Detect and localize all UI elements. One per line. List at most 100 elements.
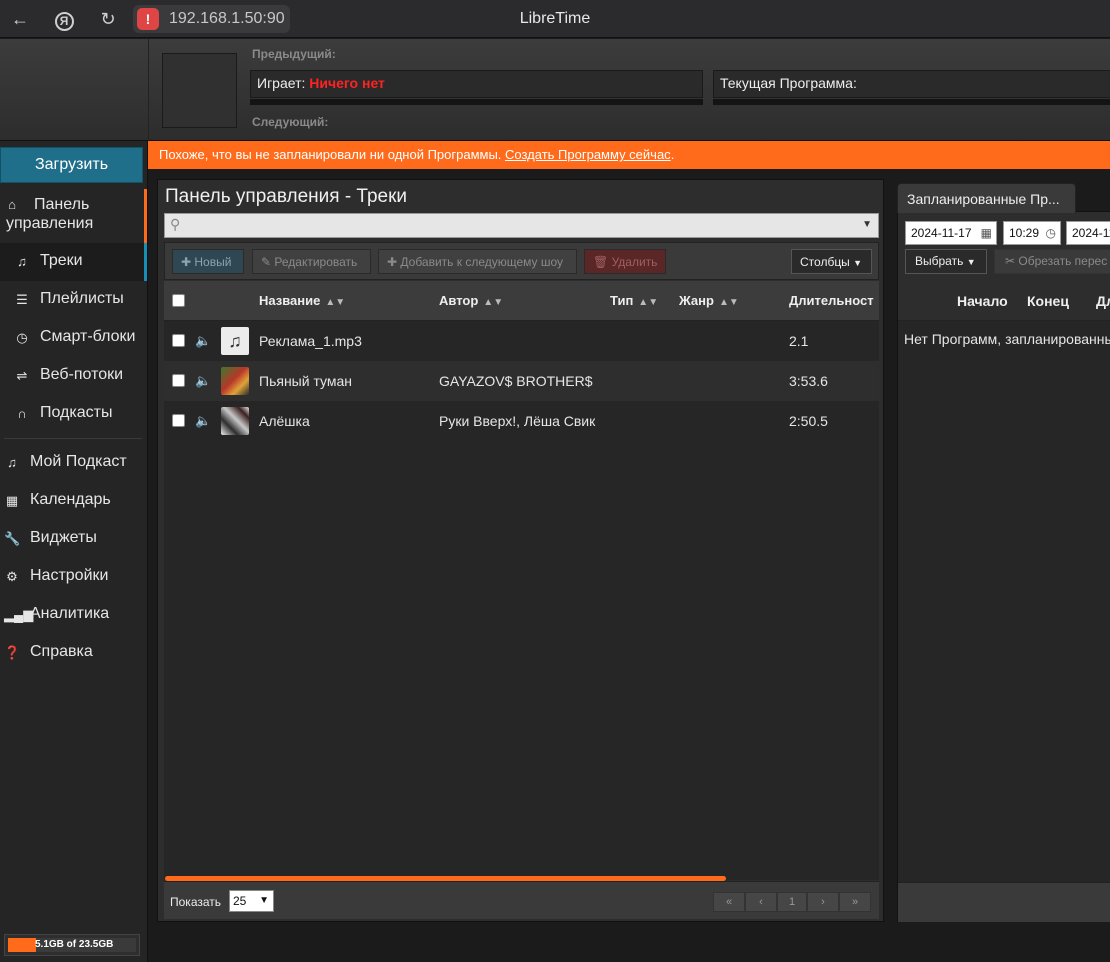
upload-button[interactable]: Загрузить [0, 147, 143, 183]
trim-overbooked-button[interactable]: ✂ Обрезать перес [994, 249, 1110, 274]
sidebar-item-analytics[interactable]: ▂▄▆ Аналитика [0, 596, 147, 634]
plus-icon: ✚ [181, 255, 195, 269]
sidebar-item-dashboard[interactable]: ⌂ Панель управления [0, 191, 147, 243]
chevron-down-icon[interactable]: ▼ [862, 219, 872, 230]
now-playing-artwork [162, 53, 237, 128]
now-playing-box: Играет: Ничего нет [250, 70, 703, 98]
track-title: Алёшка [259, 413, 310, 429]
column-header-length[interactable]: Длительност [789, 293, 874, 308]
sort-icon: ▲▼ [483, 297, 504, 308]
sidebar-item-settings[interactable]: ⚙ Настройки [0, 558, 147, 596]
calendar-icon: ▦ [5, 493, 19, 508]
pager-last-button[interactable]: » [839, 892, 871, 912]
back-arrow-icon[interactable]: ← [7, 6, 33, 32]
master-panel: Предыдущий: Играет: Ничего нет Текущая П… [0, 39, 1110, 141]
column-title-label: Название [259, 293, 321, 308]
sidebar-item-playlists[interactable]: ☰ Плейлисты [0, 281, 147, 319]
search-icon: ⚲ [170, 216, 181, 232]
column-header-start[interactable]: Начало [957, 293, 1008, 309]
sidebar-item-calendar[interactable]: ▦ Календарь [0, 482, 147, 520]
preview-speaker-icon[interactable]: 🔈 [195, 373, 211, 389]
table-row[interactable]: 🔈 Алёшка Руки Вверх!, Лёша Свик 2:50.5 [164, 401, 879, 441]
playing-label: Играет: [257, 75, 306, 91]
track-title: Реклама_1.mp3 [259, 333, 362, 349]
row-checkbox[interactable] [172, 414, 185, 427]
sidebar-item-label: Смарт-блоки [40, 328, 136, 345]
current-show-label: Текущая Программа: [720, 75, 857, 91]
address-bar[interactable]: ! 192.168.1.50:90 [133, 5, 290, 33]
sidebar-item-podcasts[interactable]: ∩ Подкасты [0, 395, 147, 433]
pencil-icon: ✎ [261, 255, 275, 269]
tab-scheduled-shows[interactable]: Запланированные Пр... [897, 183, 1076, 213]
start-time-value: 10:29 [1009, 226, 1040, 240]
add-to-next-show-button[interactable]: ✚ Добавить к следующему шоу [378, 249, 577, 274]
page-size-select[interactable]: 25 ▼ [229, 890, 274, 912]
sort-icon: ▲▼ [325, 297, 346, 308]
row-checkbox[interactable] [172, 374, 185, 387]
sidebar-item-widgets[interactable]: 🔧 Виджеты [0, 520, 147, 558]
end-date-input[interactable]: 2024-11 [1066, 221, 1110, 245]
select-all-checkbox[interactable] [172, 294, 185, 307]
chevron-down-icon: ▼ [853, 258, 863, 268]
sidebar-item-webstreams[interactable]: ⇌ Веб-потоки [0, 357, 147, 395]
sidebar-item-label: Справка [30, 643, 93, 660]
column-header-genre[interactable]: Жанр ▲▼ [679, 293, 739, 308]
new-button[interactable]: ✚ Новый [172, 249, 244, 274]
edit-button-label: Редактировать [274, 255, 358, 269]
security-warning-icon[interactable]: ! [137, 8, 159, 30]
start-date-value: 2024-11-17 [911, 226, 972, 240]
preview-speaker-icon[interactable]: 🔈 [195, 413, 211, 429]
trash-icon: 🗑 [593, 255, 612, 269]
yandex-icon[interactable]: Я [51, 6, 77, 32]
track-length: 3:53.6 [789, 373, 828, 389]
column-header-creator[interactable]: Автор ▲▼ [439, 293, 503, 308]
start-date-input[interactable]: 2024-11-17 ▦ [905, 221, 997, 245]
new-button-label: Новый [194, 255, 232, 269]
start-time-input[interactable]: 10:29 ◷ [1003, 221, 1061, 245]
table-row[interactable]: 🔈 Пьяный туман GAYAZOV$ BROTHER$ 3:53.6 [164, 361, 879, 401]
disk-usage-bar: 5.1GB of 23.5GB [4, 934, 140, 956]
warning-suffix: . [670, 147, 675, 162]
tracks-toolbar: ✚ Новый ✎ Редактировать ✚ Добавить к сле… [164, 242, 879, 280]
column-header-title[interactable]: Название ▲▼ [259, 293, 345, 308]
current-show-progress [713, 99, 1110, 105]
delete-button-label: Удалить [611, 255, 658, 269]
create-show-link[interactable]: Создать Программу сейчас [505, 147, 671, 162]
track-creator: GAYAZOV$ BROTHER$ [439, 373, 593, 389]
column-header-length[interactable]: Дл [1096, 293, 1110, 309]
chevron-down-icon: ▼ [966, 257, 976, 267]
pager-page-1[interactable]: 1 [777, 892, 807, 912]
sidebar-item-tracks[interactable]: ♫ Треки [0, 243, 147, 281]
columns-button[interactable]: Столбцы ▼ [791, 249, 872, 274]
sidebar-item-smartblocks[interactable]: ◷ Смарт-блоки [0, 319, 147, 357]
next-label: Следующий: [252, 115, 329, 129]
pager-first-button[interactable]: « [713, 892, 745, 912]
delete-button[interactable]: 🗑 Удалить [584, 249, 666, 274]
column-type-label: Тип [610, 293, 634, 308]
table-row[interactable]: 🔈 ♫ Реклама_1.mp3 2.1 [164, 321, 879, 361]
divider [148, 39, 149, 141]
wrench-icon: 🔧 [4, 531, 21, 546]
music-note-icon: ♫ [7, 455, 17, 470]
list-icon: ☰ [16, 292, 28, 307]
add-to-next-show-label: Добавить к следующему шоу [400, 255, 564, 269]
reload-icon[interactable]: ↻ [95, 6, 121, 32]
select-dropdown-button[interactable]: Выбрать ▼ [905, 249, 987, 274]
search-input[interactable]: ⚲ ▼ [164, 213, 879, 238]
album-art [221, 367, 249, 395]
pager-prev-button[interactable]: ‹ [745, 892, 777, 912]
row-checkbox[interactable] [172, 334, 185, 347]
sidebar-item-label: Мой Подкаст [30, 453, 127, 470]
scheduled-table-header: Начало Конец Дл [898, 282, 1110, 320]
preview-speaker-icon[interactable]: 🔈 [195, 333, 211, 349]
pager-next-button[interactable]: › [807, 892, 839, 912]
now-playing-progress [250, 99, 703, 105]
sidebar-item-help[interactable]: ❓ Справка [0, 634, 147, 672]
sidebar-divider [4, 438, 142, 439]
edit-button[interactable]: ✎ Редактировать [252, 249, 371, 274]
tracks-table-footer: Показать 25 ▼ « ‹ 1 › » [164, 881, 879, 919]
album-art [221, 407, 249, 435]
column-header-end[interactable]: Конец [1027, 293, 1069, 309]
column-header-type[interactable]: Тип ▲▼ [610, 293, 658, 308]
sidebar-item-my-podcast[interactable]: ♫ Мой Подкаст [0, 444, 147, 482]
